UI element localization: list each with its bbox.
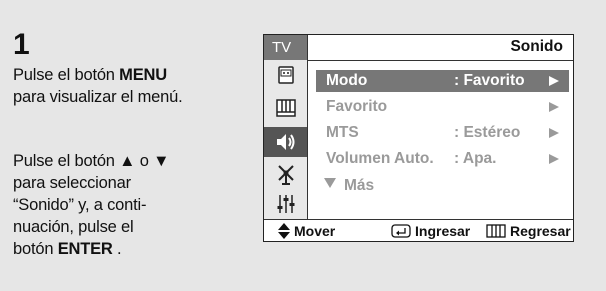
instruction-paragraph-1: Pulse el botón MENU para visualizar el m… [13, 64, 248, 108]
footer-move: Mover [278, 220, 335, 242]
down-arrow-icon: ▼ [153, 152, 170, 170]
setup-icon[interactable] [264, 189, 307, 219]
menu-section-title: Sonido [510, 38, 563, 55]
enter-button-name: ENTER [57, 240, 113, 258]
menu-item-value: : Estéreo [454, 124, 521, 141]
footer-move-label: Mover [294, 223, 336, 239]
instruction-text: o [135, 152, 154, 170]
instruction-text: para visualizar el menú. [13, 88, 183, 106]
menu-item-value: : Apa. [454, 150, 497, 167]
menu-item-label: Favorito [326, 98, 388, 115]
menu-sidebar: TV [264, 35, 308, 219]
menu-item-volumen-auto[interactable]: Volumen Auto. : Apa. [316, 148, 569, 170]
picture-icon[interactable] [264, 61, 307, 91]
enter-icon [391, 224, 411, 238]
instruction-text: nuación, pulse el [13, 218, 134, 236]
up-down-icon [278, 223, 290, 239]
menu-item-mts[interactable]: MTS : Estéreo [316, 122, 569, 144]
tv-menu-screen: TV Sonido Modo: Favorito Favorito MTS:… [263, 34, 574, 242]
down-triangle-icon [324, 178, 336, 188]
sound-icon[interactable] [264, 127, 307, 157]
menu-item-label: Modo [326, 72, 368, 89]
instruction-text: . [112, 240, 122, 258]
instruction-text: para seleccionar [13, 174, 131, 192]
chevron-right-icon [549, 154, 559, 164]
instruction-text: botón [13, 240, 58, 258]
menu-item-label: MTS [326, 124, 359, 141]
up-arrow-icon: ▲ [119, 152, 136, 170]
footer-enter: Ingresar [391, 220, 470, 242]
menu-item-favorito[interactable]: Favorito [316, 96, 569, 118]
footer-return-label: Regresar [510, 223, 571, 239]
chevron-right-icon [549, 128, 559, 138]
chevron-right-icon [549, 76, 559, 86]
channel-icon[interactable] [264, 93, 307, 123]
menu-item-modo[interactable]: Modo : Favorito [316, 70, 569, 92]
more-items-indicator[interactable]: Más [324, 175, 374, 197]
footer-enter-label: Ingresar [415, 223, 471, 239]
instruction-text: Pulse el botón [13, 66, 120, 84]
instruction-paragraph-2: Pulse el botón ▲ o ▼ para seleccionar “S… [13, 150, 248, 260]
more-label: Más [344, 177, 375, 194]
footer-return: Regresar [486, 220, 571, 242]
antenna-icon[interactable] [264, 159, 307, 189]
tv-tab[interactable]: TV [264, 35, 307, 60]
menu-button-name: MENU [119, 66, 167, 84]
menu-item-value: : Favorito [454, 72, 525, 89]
step-number: 1 [13, 28, 30, 61]
divider [308, 60, 573, 61]
menu-footer: Mover Ingresar Regresar [264, 219, 573, 242]
instruction-text: Pulse el botón [13, 152, 120, 170]
menu-grid-icon [486, 224, 506, 238]
menu-item-label: Volumen Auto. [326, 150, 434, 167]
chevron-right-icon [549, 102, 559, 112]
instruction-text: “Sonido” y, a conti- [13, 196, 147, 214]
